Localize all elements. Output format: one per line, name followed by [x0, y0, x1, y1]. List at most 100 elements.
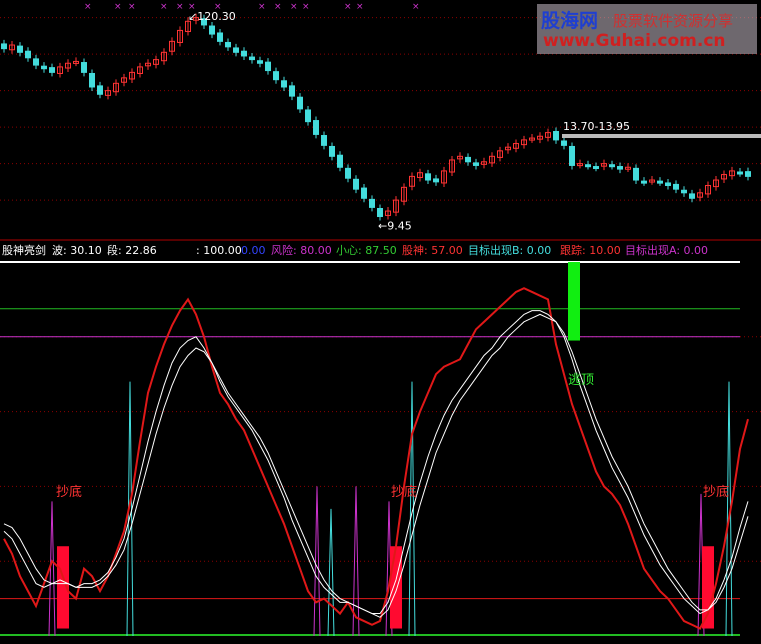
chart-window: × × × × × × × × × × × × × × ↙120.30 ←9.45 13.70-13.95… [0, 0, 761, 644]
candle-body [97, 85, 103, 95]
cyan-spike [408, 381, 416, 637]
candle-body [617, 166, 623, 170]
x-mark: × [302, 2, 310, 12]
candle-body [33, 58, 39, 66]
candle-body [473, 162, 479, 166]
candle-body [337, 154, 343, 168]
x-mark: × [128, 2, 136, 12]
indicator-header-item: 0.00 [241, 244, 266, 257]
candle-body [561, 140, 567, 146]
candle-body [249, 56, 255, 61]
sell-signal-bar [568, 262, 580, 341]
x-mark: × [412, 2, 420, 12]
candle-body [641, 180, 647, 184]
indicator-line-0 [3, 287, 749, 630]
candle-body [593, 166, 599, 170]
candle-body [1, 43, 7, 50]
indicator-header-item: 风险: 80.00 [271, 243, 332, 257]
indicator-header: 股神亮剑 波: 30.10 段: 22.86: 100.00 0.00 风险: 80.… [2, 243, 708, 257]
x-mark: × [84, 2, 92, 12]
candle-body [329, 145, 335, 157]
candle-body [633, 167, 639, 181]
escape-label: 逃顶 [568, 373, 594, 388]
indicator-header-item: 波: 30.10 [52, 244, 102, 257]
candle-body [17, 45, 23, 53]
candle-body [41, 65, 47, 70]
indicator-header-item: 小心: 87.50 [336, 244, 397, 257]
x-mark: × [176, 2, 184, 12]
candle-body [49, 67, 55, 73]
candle-body [265, 61, 271, 72]
candle-body [569, 145, 575, 166]
indicator-line-1 [3, 310, 749, 615]
indicator-header-item: 跟踪: 10.00 [560, 243, 621, 257]
buy-signal-bar [390, 546, 402, 629]
candle-body [225, 41, 231, 48]
candle-body [321, 135, 327, 146]
x-mark: × [258, 2, 266, 12]
indicator-header-item: 目标出现A: 0.00 [625, 243, 708, 257]
cyan-spike [327, 508, 335, 637]
candle-body [465, 156, 471, 163]
candle-body [345, 167, 351, 179]
range-marker-bar [562, 134, 761, 138]
candle-body [737, 171, 743, 175]
candle-body [281, 80, 287, 88]
candle-body [25, 50, 31, 59]
candle-body [433, 178, 439, 183]
candle-body [313, 120, 319, 135]
watermark-title: 股海网 [541, 10, 599, 32]
candle-body [273, 71, 279, 81]
candle-body [425, 173, 431, 181]
high-price-label: ↙120.30 [188, 10, 236, 23]
candle-body [689, 193, 695, 199]
candle-body [665, 182, 671, 187]
x-mark: × [274, 2, 282, 12]
candle-body [657, 180, 663, 184]
candle-body [553, 131, 559, 141]
candle-body [369, 198, 375, 208]
watermark-url: www.Guhai.com.cn [543, 31, 726, 51]
indicator-header-item: : 100.00 [196, 244, 242, 257]
low-price-label: ←9.45 [378, 219, 412, 232]
indicator-header-item: 股神: 57.00 [402, 243, 463, 257]
candle-body [673, 183, 679, 190]
candle-body [81, 62, 87, 73]
x-mark: × [290, 2, 298, 12]
candle-body [305, 109, 311, 123]
indicator-name: 股神亮剑 [2, 243, 46, 257]
candle-body [297, 96, 303, 110]
candle-body [289, 85, 295, 97]
x-mark: × [114, 2, 122, 12]
x-mark: × [356, 2, 364, 12]
chart-canvas[interactable]: × × × × × × × × × × × × × × ↙120.30 ←9.45 13.70-13.95… [0, 0, 761, 644]
candle-body [217, 32, 223, 42]
x-marks: × × × × × × × × × × × × × × [84, 2, 420, 12]
indicator-levels [0, 261, 761, 636]
indicator-lines [3, 287, 749, 630]
candle-body [585, 164, 591, 168]
candle-body [257, 60, 263, 64]
candle-body [233, 47, 239, 53]
indicator-line-2 [3, 313, 749, 618]
candle-body [89, 72, 95, 88]
buy-label-2: 抄底 [391, 484, 417, 500]
candle-body [353, 178, 359, 190]
watermark: 股海网 股票软件资源分享 www.Guhai.com.cn [537, 4, 757, 54]
candle-body [745, 171, 751, 177]
watermark-subtitle: 股票软件资源分享 [613, 12, 734, 30]
x-mark: × [160, 2, 168, 12]
candle-body [209, 25, 215, 35]
x-mark: × [344, 2, 352, 12]
buy-signal-bar [702, 546, 714, 629]
candle-body [241, 50, 247, 57]
indicator-header-item: 目标出现B: 0.00 [468, 243, 551, 257]
buy-label-1: 抄底 [56, 484, 82, 500]
candle-body [681, 189, 687, 194]
candle-body [377, 207, 383, 218]
buy-label-3: 抄底 [703, 484, 729, 500]
indicator-bars [57, 262, 714, 629]
range-price-label: 13.70-13.95 [563, 120, 630, 133]
candle-body [361, 187, 367, 199]
candle-body [609, 164, 615, 168]
